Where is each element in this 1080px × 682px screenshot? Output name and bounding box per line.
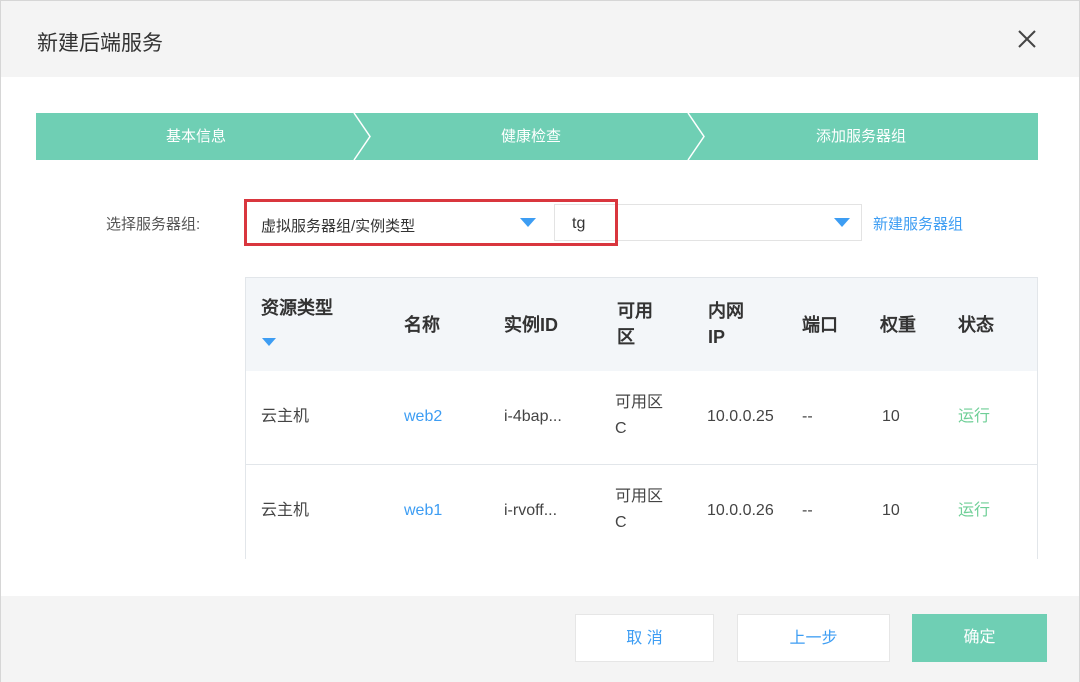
cell-resource-type: 云主机 [261, 408, 310, 425]
cell-weight: 10 [882, 502, 900, 519]
col-port: 端口 [802, 315, 838, 335]
new-server-group-link[interactable]: 新建服务器组 [873, 213, 963, 234]
close-icon[interactable] [1015, 27, 1039, 51]
dialog-footer: 取 消 上一步 确定 [1, 596, 1079, 682]
cell-zone-line1: 可用区 [615, 394, 664, 411]
cell-instance-id: i-4bap... [504, 408, 562, 425]
col-ip-line2: IP [708, 327, 726, 347]
step-bar: 基本信息 健康检查 添加服务器组 [36, 113, 1038, 160]
step-basic-info: 基本信息 [166, 128, 227, 145]
dialog-header: 新建后端服务 [1, 1, 1079, 77]
cell-resource-type: 云主机 [261, 502, 310, 519]
table-header: 资源类型 名称 实例ID 可用 区 内网 IP 端口 权重 状态 [246, 278, 1037, 371]
cell-status: 运行 [958, 408, 991, 425]
col-zone-line1: 可用 [617, 301, 653, 321]
confirm-button[interactable]: 确定 [912, 614, 1047, 662]
col-zone: 可用 区 [617, 298, 653, 350]
col-ip-line1: 内网 [708, 301, 744, 321]
cell-port: -- [802, 408, 813, 425]
sort-down-icon[interactable] [262, 338, 276, 346]
server-group-label: 选择服务器组: [106, 216, 201, 233]
col-status: 状态 [958, 315, 994, 335]
cell-status: 运行 [958, 502, 991, 519]
step-health-check: 健康检查 [501, 128, 562, 145]
highlight-frame [244, 199, 618, 246]
cancel-button[interactable]: 取 消 [575, 614, 714, 662]
step-add-server-group: 添加服务器组 [816, 128, 907, 145]
col-zone-line2: 区 [617, 327, 635, 347]
cell-weight: 10 [882, 408, 900, 425]
cell-zone-line2: C [615, 514, 627, 531]
table-row: 云主机 web2 i-4bap... 可用区 C 10.0.0.25 -- 10… [246, 371, 1037, 465]
cell-zone: 可用区 C [615, 484, 663, 536]
table-row: 云主机 web1 i-rvoff... 可用区 C 10.0.0.26 -- 1… [246, 465, 1037, 559]
col-resource-type-label: 资源类型 [261, 298, 333, 318]
triangle-down-icon [834, 218, 850, 227]
cell-name-link[interactable]: web1 [404, 498, 442, 524]
previous-step-button[interactable]: 上一步 [737, 614, 890, 662]
server-table: 资源类型 名称 实例ID 可用 区 内网 IP 端口 权重 状态 云主机 web… [245, 277, 1038, 559]
col-weight: 权重 [880, 315, 916, 335]
col-internal-ip: 内网 IP [708, 298, 744, 350]
cell-ip: 10.0.0.25 [707, 408, 774, 425]
cell-zone-line1: 可用区 [615, 488, 664, 505]
dialog-title: 新建后端服务 [37, 32, 163, 55]
cell-instance-id: i-rvoff... [504, 502, 558, 519]
new-backend-service-dialog: 新建后端服务 基本信息 健康检查 添加服务器组 选择服务器组: 虚拟服务器组/实… [0, 0, 1080, 682]
col-resource-type[interactable]: 资源类型 [261, 295, 333, 321]
cell-zone-line2: C [615, 420, 627, 437]
cell-ip: 10.0.0.26 [707, 502, 774, 519]
col-instance-id: 实例ID [504, 315, 558, 335]
cell-zone: 可用区 C [615, 390, 663, 442]
col-name: 名称 [404, 315, 440, 335]
cell-name-link[interactable]: web2 [404, 404, 442, 430]
cell-port: -- [802, 502, 813, 519]
